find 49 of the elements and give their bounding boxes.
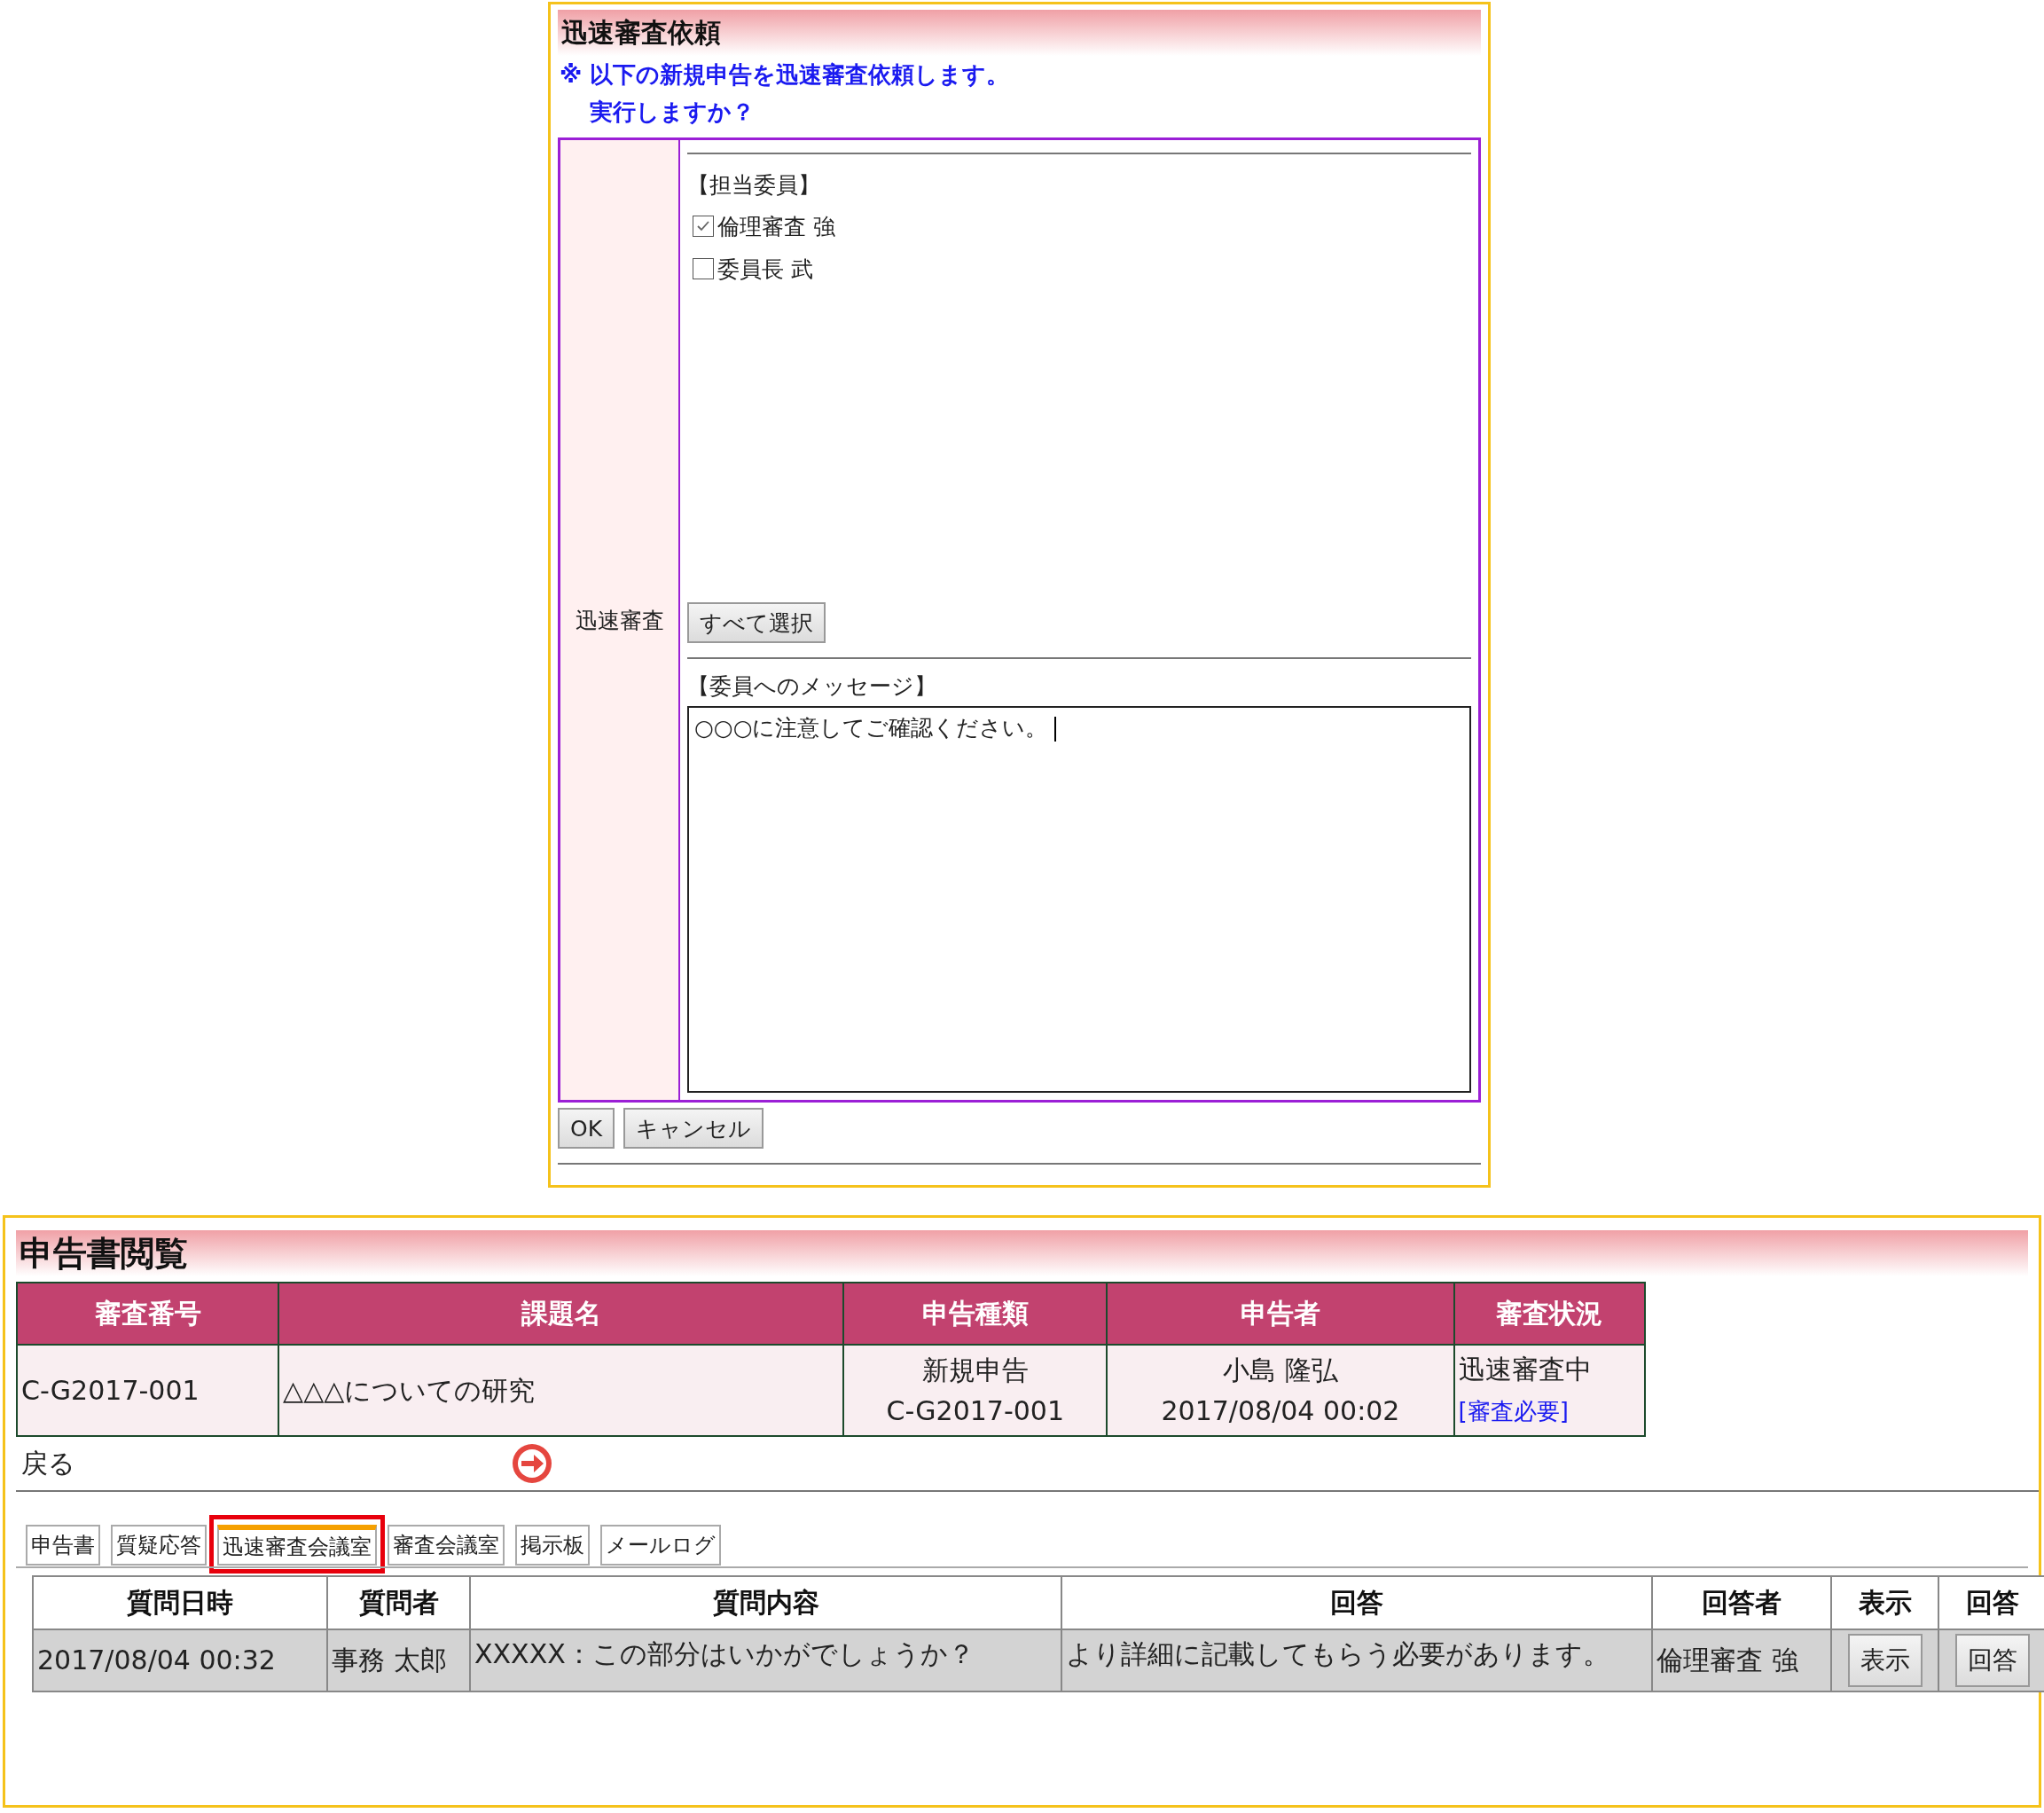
column-header: 質問内容 [470,1576,1061,1629]
column-header: 回答 [1061,1576,1652,1629]
tab[interactable]: 迅速審査会議室 [217,1525,377,1566]
members-heading: 【担当委員】 [687,171,821,200]
notice-text: 実行しますか？ [589,98,756,127]
member-checkbox[interactable]: 倫理審査 強 [687,205,1471,247]
cancel-button[interactable]: キャンセル [623,1108,764,1149]
message-field[interactable]: ○○○に注意してご確認ください。 [687,706,1471,1093]
column-header: 審査状況 [1453,1283,1645,1345]
text-cursor [1054,717,1057,742]
back-link[interactable]: 戻る [21,1445,511,1482]
dialog-title: 迅速審査依頼 [561,15,721,50]
column-header: 回答 [1938,1576,2044,1629]
checkbox[interactable] [693,258,714,279]
table-cell: △△△についての研究 [278,1345,844,1436]
table-cell: より詳細に記載してもらう必要があります。 [1061,1629,1652,1691]
column-header: 課題名 [278,1283,844,1345]
tab[interactable]: 申告書 [26,1525,100,1566]
page-title: 申告書閲覧 [20,1232,188,1275]
ok-button[interactable]: OK [558,1108,615,1149]
view-button[interactable]: 表示 [1847,1634,1923,1687]
table-cell: 新規申告 C-G2017-001 [843,1345,1108,1436]
table-cell: C-G2017-001 [17,1345,279,1436]
status-text: 迅速審査中 [1458,1353,1593,1386]
tab[interactable]: メールログ [600,1525,721,1566]
select-all-button[interactable]: すべて選択 [687,602,826,643]
review-link[interactable]: [審査必要] [1458,1398,1569,1424]
member-checkbox[interactable]: 委員長 武 [687,247,1471,290]
tab[interactable]: 審査会議室 [388,1525,505,1566]
notice-text: ※ 以下の新規申告を迅速審査依頼します。 [559,60,1011,90]
table-cell: 事務 太郎 [327,1629,470,1691]
message-heading: 【委員へのメッセージ】 [687,672,937,701]
form-label: 迅速審査 [575,606,664,635]
column-header: 回答者 [1652,1576,1831,1629]
column-header: 質問者 [327,1576,470,1629]
table-cell: 2017/08/04 00:32 [33,1629,327,1691]
answer-button[interactable]: 回答 [1954,1634,2030,1687]
column-header: 表示 [1831,1576,1938,1629]
arrow-right-icon[interactable] [511,1442,553,1485]
tab[interactable]: 質疑応答 [111,1525,207,1566]
tab[interactable]: 掲示板 [515,1525,590,1566]
table-cell: 倫理審査 強 [1652,1629,1831,1691]
column-header: 申告者 [1107,1283,1454,1345]
column-header: 審査番号 [17,1283,279,1345]
table-cell: XXXXX：この部分はいかがでしょうか？ [470,1629,1061,1691]
checkbox[interactable] [693,216,714,237]
column-header: 質問日時 [33,1576,327,1629]
table-cell: 小島 隆弘 2017/08/04 00:02 [1107,1345,1454,1436]
column-header: 申告種類 [843,1283,1108,1345]
